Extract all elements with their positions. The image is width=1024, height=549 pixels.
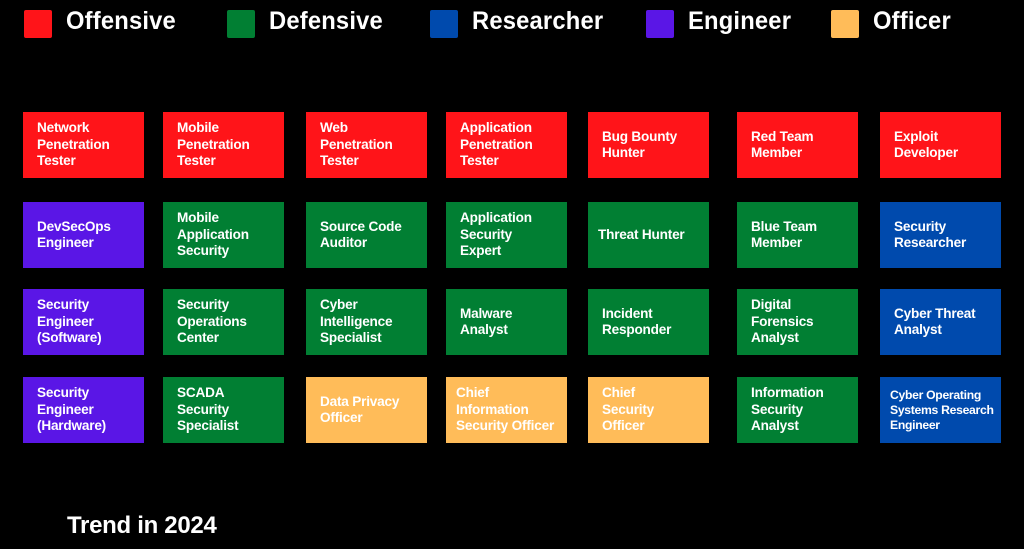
role-label: Application Security Expert xyxy=(460,210,532,259)
role-card-cyber-threat-analyst: Cyber Threat Analyst xyxy=(880,289,1001,355)
role-label: Cyber Threat Analyst xyxy=(894,305,976,338)
legend-label-engineer: Engineer xyxy=(688,6,792,35)
role-label: Cyber Operating Systems Research Enginee… xyxy=(890,387,994,432)
role-card-chief-information-security-officer: Chief Information Security Officer xyxy=(446,377,567,443)
role-card-digital-forensics-analyst: Digital Forensics Analyst xyxy=(737,289,858,355)
role-card-bug-bounty-hunter: Bug Bounty Hunter xyxy=(588,112,709,178)
role-label: Chief Security Officer xyxy=(602,385,655,434)
role-card-scada-security-specialist: SCADA Security Specialist xyxy=(163,377,284,443)
role-label: Malware Analyst xyxy=(460,305,513,338)
legend-label-defensive: Defensive xyxy=(269,6,383,35)
role-card-data-privacy-officer: Data Privacy Officer xyxy=(306,377,427,443)
legend: Offensive Defensive Researcher Engineer … xyxy=(0,0,1024,50)
role-card-mobile-application-security: Mobile Application Security xyxy=(163,202,284,268)
role-card-security-engineer-software: Security Engineer (Software) xyxy=(23,289,144,355)
legend-label-researcher: Researcher xyxy=(472,6,604,35)
role-label: Threat Hunter xyxy=(598,226,685,242)
role-card-mobile-penetration-tester: Mobile Penetration Tester xyxy=(163,112,284,178)
role-card-malware-analyst: Malware Analyst xyxy=(446,289,567,355)
role-card-cyber-intelligence-specialist: Cyber Intelligence Specialist xyxy=(306,289,427,355)
role-label: Data Privacy Officer xyxy=(320,393,400,426)
role-label: Security Engineer (Hardware) xyxy=(37,385,107,434)
role-label: SCADA Security Specialist xyxy=(177,385,239,434)
role-label: Chief Information Security Officer xyxy=(456,385,555,434)
role-label: Information Security Analyst xyxy=(751,385,824,434)
legend-swatch-engineer xyxy=(646,10,674,38)
role-card-information-security-analyst: Information Security Analyst xyxy=(737,377,858,443)
legend-swatch-defensive xyxy=(227,10,255,38)
role-label: Source Code Auditor xyxy=(320,218,402,251)
legend-item-offensive: Offensive xyxy=(24,4,182,38)
legend-item-defensive: Defensive xyxy=(227,4,389,38)
role-label: Mobile Application Security xyxy=(177,210,249,259)
role-label: Web Penetration Tester xyxy=(320,120,393,169)
role-card-source-code-auditor: Source Code Auditor xyxy=(306,202,427,268)
role-label: Incident Responder xyxy=(602,305,672,338)
role-label: Bug Bounty Hunter xyxy=(602,128,678,161)
role-label: Security Researcher xyxy=(894,218,967,251)
legend-item-researcher: Researcher xyxy=(430,4,610,38)
role-card-blue-team-member: Blue Team Member xyxy=(737,202,858,268)
role-card-application-security-expert: Application Security Expert xyxy=(446,202,567,268)
role-card-application-penetration-tester: Application Penetration Tester xyxy=(446,112,567,178)
role-card-chief-security-officer: Chief Security Officer xyxy=(588,377,709,443)
role-card-exploit-developer: Exploit Developer xyxy=(880,112,1001,178)
legend-label-offensive: Offensive xyxy=(66,6,176,35)
role-label: Security Operations Center xyxy=(177,297,247,346)
role-label: Security Engineer (Software) xyxy=(37,297,102,346)
role-label: Digital Forensics Analyst xyxy=(751,297,814,346)
role-card-security-engineer-hardware: Security Engineer (Hardware) xyxy=(23,377,144,443)
role-card-network-penetration-tester: Network Penetration Tester xyxy=(23,112,144,178)
role-card-security-researcher: Security Researcher xyxy=(880,202,1001,268)
role-label: Exploit Developer xyxy=(894,128,958,161)
role-card-threat-hunter: Threat Hunter xyxy=(588,202,709,268)
role-card-incident-responder: Incident Responder xyxy=(588,289,709,355)
legend-item-officer: Officer xyxy=(831,4,955,38)
role-card-web-penetration-tester: Web Penetration Tester xyxy=(306,112,427,178)
legend-label-officer: Officer xyxy=(873,6,951,35)
role-card-cyber-operating-systems-research-engineer: Cyber Operating Systems Research Enginee… xyxy=(880,377,1001,443)
role-label: Application Penetration Tester xyxy=(460,120,533,169)
role-label: DevSecOps Engineer xyxy=(37,218,111,251)
role-card-security-operations-center: Security Operations Center xyxy=(163,289,284,355)
role-label: Network Penetration Tester xyxy=(37,120,110,169)
legend-swatch-offensive xyxy=(24,10,52,38)
role-card-red-team-member: Red Team Member xyxy=(737,112,858,178)
role-label: Red Team Member xyxy=(751,128,814,161)
legend-item-engineer: Engineer xyxy=(646,4,797,38)
role-label: Mobile Penetration Tester xyxy=(177,120,250,169)
role-label: Blue Team Member xyxy=(751,218,817,251)
role-label: Cyber Intelligence Specialist xyxy=(320,297,393,346)
footer-title: Trend in 2024 xyxy=(67,512,217,539)
legend-swatch-researcher xyxy=(430,10,458,38)
legend-swatch-officer xyxy=(831,10,859,38)
role-card-devsecops-engineer: DevSecOps Engineer xyxy=(23,202,144,268)
